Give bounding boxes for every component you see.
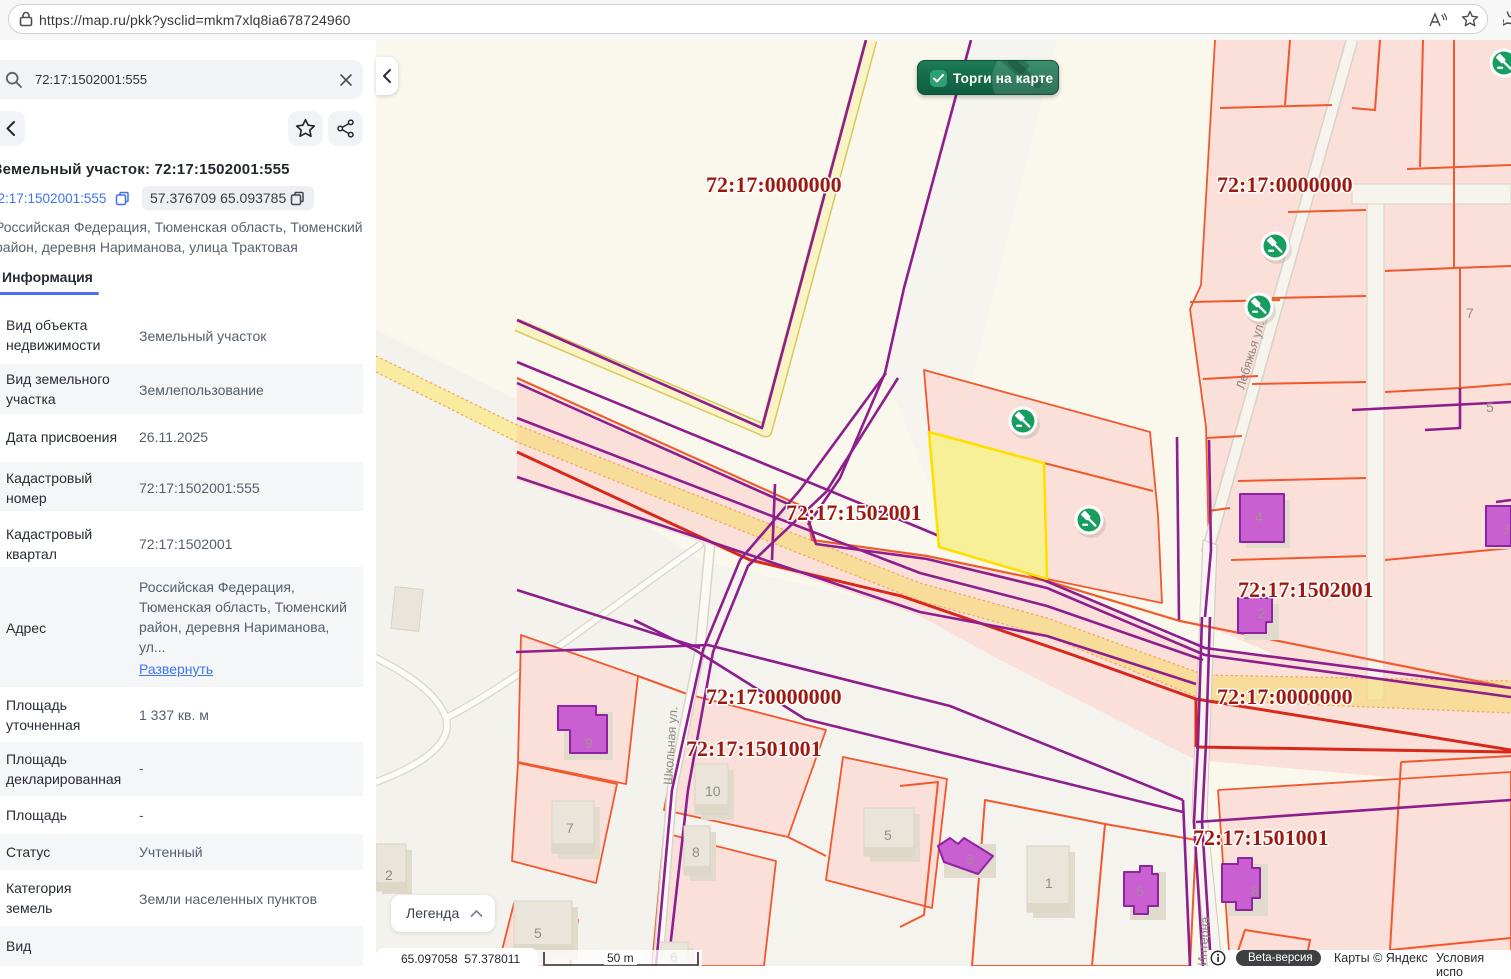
svg-text:72:17:0000000: 72:17:0000000 (706, 684, 842, 709)
svg-text:2: 2 (385, 867, 393, 883)
svg-text:9: 9 (585, 735, 593, 751)
svg-text:4: 4 (1255, 509, 1263, 525)
svg-text:7: 7 (566, 820, 574, 836)
svg-text:8: 8 (1251, 883, 1259, 899)
svg-text:72:17:0000000: 72:17:0000000 (1217, 172, 1353, 197)
svg-text:72:17:1502001: 72:17:1502001 (786, 500, 922, 525)
svg-text:8: 8 (692, 844, 700, 860)
svg-text:72:17:1501001: 72:17:1501001 (686, 736, 822, 761)
svg-text:3: 3 (966, 851, 974, 867)
svg-text:10: 10 (705, 783, 721, 799)
svg-text:72:17:0000000: 72:17:0000000 (706, 172, 842, 197)
svg-text:3: 3 (1502, 521, 1510, 537)
svg-text:72:17:0000000: 72:17:0000000 (1217, 684, 1353, 709)
svg-text:72:17:1502001: 72:17:1502001 (1238, 577, 1374, 602)
svg-text:5: 5 (884, 827, 892, 843)
svg-text:7: 7 (1466, 305, 1474, 321)
svg-text:72:17:1501001: 72:17:1501001 (1193, 825, 1329, 850)
svg-text:5: 5 (1486, 399, 1494, 415)
svg-text:5: 5 (1136, 883, 1144, 899)
svg-text:2: 2 (1258, 605, 1266, 621)
svg-text:1: 1 (1045, 875, 1053, 891)
svg-text:5: 5 (534, 925, 542, 941)
